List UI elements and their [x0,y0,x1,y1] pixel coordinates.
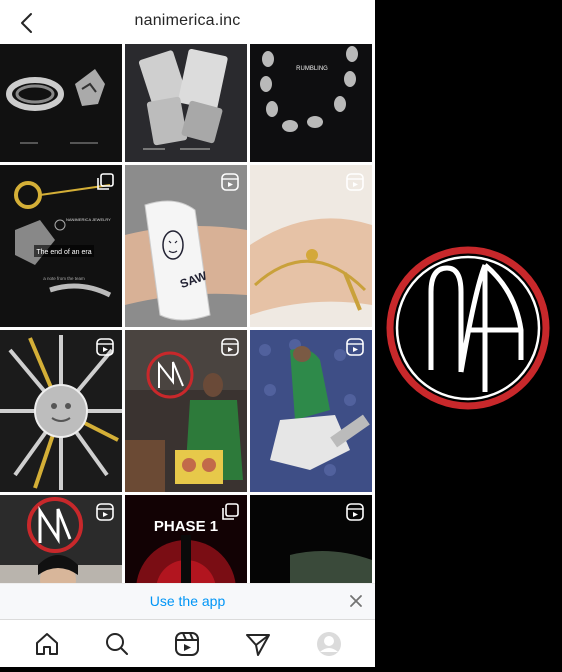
profile-header: nanimerica.inc [0,0,375,44]
reel-icon [346,338,364,356]
end-era-subtext: a note from the team [43,276,85,281]
brand-small-text: NANIMERICA JEWELRY [66,217,111,222]
reel-icon [221,338,239,356]
brand-logo-panel [375,0,562,667]
reel-icon [96,503,114,521]
bottom-tab-bar [0,619,375,667]
posts-grid: RUMBLING NANIMERICA JEWELRY The end of a… [0,44,375,624]
post-tile[interactable]: SAW [125,165,247,327]
direct-message-icon[interactable] [244,630,272,658]
reel-icon [346,173,364,191]
end-era-text: The end of an era [36,249,91,256]
post-tile[interactable] [250,330,372,492]
post-tile[interactable] [125,330,247,492]
nanimerica-logo [386,246,550,410]
post-tile[interactable] [250,165,372,327]
reel-icon [96,338,114,356]
reel-icon [346,503,364,521]
use-app-banner: Use the app [0,583,375,620]
rumbling-text: RUMBLING [296,66,328,72]
post-tile[interactable] [125,44,247,162]
use-app-link[interactable]: Use the app [0,593,375,609]
profile-username: nanimerica.inc [134,12,241,29]
post-tile[interactable]: RUMBLING [250,44,372,162]
reels-icon[interactable] [173,630,201,658]
post-tile[interactable] [0,330,122,492]
post-tile[interactable]: NANIMERICA JEWELRY The end of an era a n… [0,165,122,327]
search-icon[interactable] [103,630,131,658]
home-icon[interactable] [33,630,61,658]
close-icon[interactable] [347,592,365,610]
multi-post-icon [97,173,114,190]
phase-text: PHASE 1 [154,518,218,535]
instagram-mobile-view: nanimerica.inc RUMBLING NANIMERICA JEWEL… [0,0,375,667]
reel-icon [221,173,239,191]
multi-post-icon [222,503,239,520]
post-tile[interactable] [0,44,122,162]
profile-avatar-icon[interactable] [315,630,343,658]
